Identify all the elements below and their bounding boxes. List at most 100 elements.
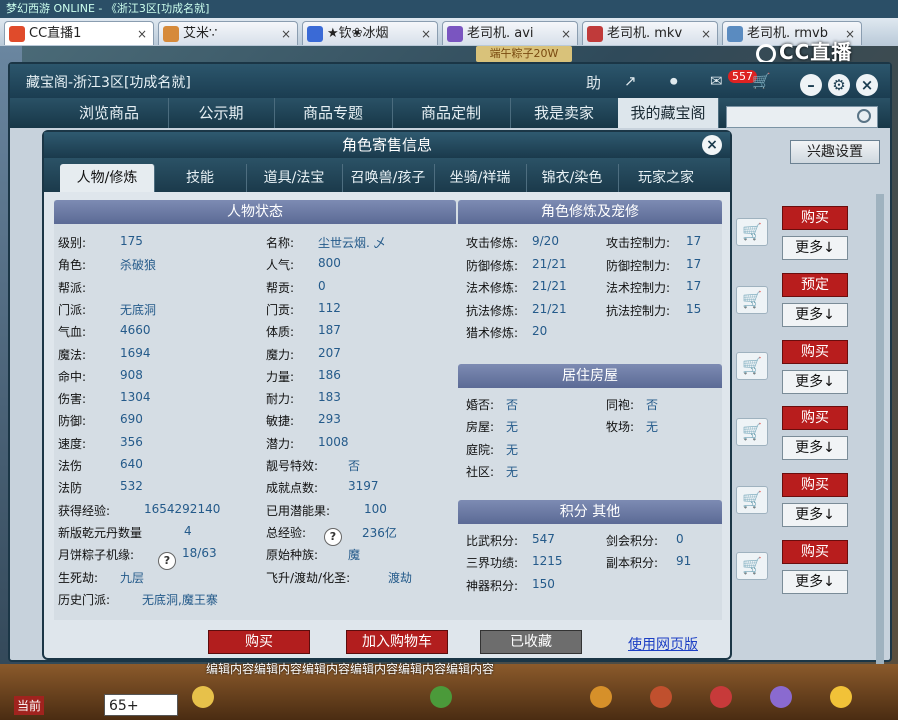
interest-settings-button[interactable]: 兴趣设置	[790, 140, 880, 164]
nav-public[interactable]: 公示期	[168, 98, 275, 128]
stat-value: 1694	[120, 345, 151, 360]
dialog-close-button[interactable]: ×	[702, 135, 722, 155]
avatar-favicon-icon	[447, 26, 463, 42]
stat-label: 角色:	[58, 258, 87, 273]
share-icon[interactable]: ↗	[624, 72, 637, 90]
game-menu-icon[interactable]	[192, 686, 214, 708]
cc-ring-icon	[756, 43, 776, 64]
browser-tab-3[interactable]: ★钦❀冰烟 ×	[302, 21, 438, 45]
game-menu-icon[interactable]	[710, 686, 732, 708]
channel-label[interactable]: 当前	[14, 696, 45, 715]
tab-home[interactable]: 玩家之家	[618, 164, 714, 192]
points-header: 积分 其他	[458, 500, 722, 524]
close-window-button[interactable]: ×	[856, 74, 878, 96]
buy-button[interactable]: 购买	[208, 630, 310, 654]
stat-label: 抗法修炼:	[466, 303, 519, 318]
nav-custom[interactable]: 商品定制	[392, 98, 511, 128]
stat-label: 月饼粽子机缘:	[58, 548, 135, 563]
minimize-button[interactable]: –	[800, 74, 822, 96]
tab-mounts[interactable]: 坐骑/祥瑞	[434, 164, 527, 192]
stat-value: 207	[318, 345, 341, 360]
nav-my-treasure[interactable]: 我的藏宝阁	[618, 98, 719, 128]
more-button[interactable]: 更多↓	[782, 370, 848, 394]
help-button[interactable]: 助	[586, 72, 601, 93]
tab-outfits[interactable]: 锦衣/染色	[526, 164, 619, 192]
cart-icon[interactable]: 🛒	[736, 486, 768, 514]
tab-skills[interactable]: 技能	[154, 164, 247, 192]
stat-value: 无底洞,魔王寨	[142, 592, 218, 607]
stat-value: 杀破狼	[120, 258, 157, 273]
tab-character[interactable]: 人物/修炼	[60, 164, 155, 192]
browser-tab-4[interactable]: 老司机. avi ×	[442, 21, 578, 45]
search-input[interactable]	[726, 106, 878, 128]
nav-browse[interactable]: 浏览商品	[50, 98, 169, 128]
stat-label: 力量:	[266, 369, 295, 384]
close-tab-icon[interactable]: ×	[421, 22, 431, 45]
cart-icon[interactable]: 🛒	[736, 218, 768, 246]
stat-value: 9/20	[532, 234, 559, 248]
buy-button[interactable]: 购买	[782, 540, 848, 564]
stat-value: 无	[506, 464, 519, 479]
add-to-cart-button[interactable]: 加入购物车	[346, 630, 448, 654]
more-button[interactable]: 更多↓	[782, 570, 848, 594]
favorited-button[interactable]: 已收藏	[480, 630, 582, 654]
search-icon[interactable]	[857, 109, 871, 123]
browser-tab-2[interactable]: 艾米∵ ×	[158, 21, 298, 45]
reserve-button[interactable]: 预定	[782, 273, 848, 297]
game-menu-icon[interactable]	[430, 686, 452, 708]
nav-topics[interactable]: 商品专题	[274, 98, 393, 128]
tab-label: ★钦❀冰烟	[327, 26, 389, 41]
cart-icon[interactable]: 🛒	[736, 552, 768, 580]
close-tab-icon[interactable]: ×	[561, 22, 571, 45]
stat-label: 新版乾元丹数量	[58, 525, 143, 540]
buy-button[interactable]: 购买	[782, 406, 848, 430]
close-tab-icon[interactable]: ×	[281, 22, 291, 45]
nav-seller[interactable]: 我是卖家	[510, 98, 619, 128]
housing-header: 居住房屋	[458, 364, 722, 388]
more-button[interactable]: 更多↓	[782, 236, 848, 260]
dialog-title: 角色寄售信息	[44, 132, 730, 158]
stat-label: 房屋:	[466, 420, 495, 435]
cart-icon[interactable]: 🛒	[736, 352, 768, 380]
tab-pets[interactable]: 召唤兽/孩子	[342, 164, 435, 192]
promo-banner: 端午粽子20W	[476, 46, 572, 62]
message-icon[interactable]: ✉	[710, 72, 723, 90]
browser-tab-5[interactable]: 老司机. mkv ×	[582, 21, 718, 45]
cart-icon[interactable]: 🛒	[736, 418, 768, 446]
stat-label: 社区:	[466, 464, 495, 479]
status-header: 人物状态	[54, 200, 456, 224]
more-button[interactable]: 更多↓	[782, 503, 848, 527]
buy-button[interactable]: 购买	[782, 473, 848, 497]
stat-value: 21/21	[532, 301, 567, 316]
browser-tab-cc[interactable]: CC直播1 ×	[4, 21, 154, 45]
cart-icon[interactable]: 🛒	[736, 286, 768, 314]
game-menu-icon[interactable]	[650, 686, 672, 708]
stat-label: 牧场:	[606, 420, 635, 435]
help-question-icon[interactable]: ?	[158, 552, 176, 570]
close-tab-icon[interactable]: ×	[701, 22, 711, 45]
avatar-favicon-icon	[727, 26, 743, 42]
danmaku-text: 编辑内容编辑内容编辑内容编辑内容编辑内容编辑内容	[206, 662, 495, 676]
stat-value: 无	[506, 420, 519, 435]
tab-items[interactable]: 道具/法宝	[246, 164, 343, 192]
settings-button[interactable]: ⚙	[828, 74, 850, 96]
record-icon[interactable]: ⏺	[670, 72, 678, 90]
close-tab-icon[interactable]: ×	[137, 22, 147, 45]
buy-button[interactable]: 购买	[782, 206, 848, 230]
web-version-link[interactable]: 使用网页版	[628, 634, 698, 654]
stat-label: 比武积分:	[466, 534, 519, 548]
stat-label: 防御:	[58, 414, 87, 429]
chat-input[interactable]: 65+	[104, 694, 178, 716]
more-button[interactable]: 更多↓	[782, 303, 848, 327]
buy-button[interactable]: 购买	[782, 340, 848, 364]
game-menu-icon[interactable]	[830, 686, 852, 708]
game-menu-icon[interactable]	[590, 686, 612, 708]
cart-icon[interactable]: 🛒	[752, 72, 771, 90]
more-button[interactable]: 更多↓	[782, 436, 848, 460]
help-question-icon[interactable]: ?	[324, 528, 342, 546]
stat-label: 飞升/渡劫/化圣:	[266, 570, 351, 585]
game-menu-icon[interactable]	[770, 686, 792, 708]
stat-label: 副本积分:	[606, 556, 659, 571]
stat-label: 级别:	[58, 236, 87, 250]
list-scrollbar[interactable]	[876, 194, 884, 664]
